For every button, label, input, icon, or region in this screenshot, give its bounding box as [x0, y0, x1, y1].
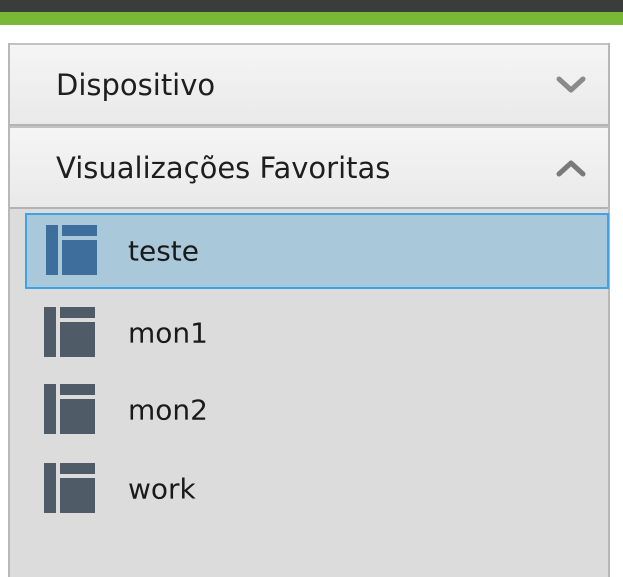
list-item-label: mon2: [128, 393, 208, 427]
list-item-label: teste: [128, 234, 199, 268]
section-title: Dispositivo: [56, 67, 216, 102]
view-layout-icon: [44, 384, 95, 434]
section-title: Visualizações Favoritas: [56, 150, 391, 185]
list-item-work[interactable]: work: [10, 451, 598, 527]
section-header-dispositivo[interactable]: Dispositivo: [10, 43, 608, 126]
list-item-mon1[interactable]: mon1: [10, 295, 598, 371]
list-item-teste[interactable]: teste: [25, 213, 609, 289]
section-header-visualizacoes-favoritas[interactable]: Visualizações Favoritas: [10, 126, 608, 209]
app-window: Dispositivo Visualizações Favoritas test: [0, 0, 623, 577]
top-dark-bar: [0, 0, 623, 12]
view-layout-icon: [44, 307, 95, 357]
chevron-up-icon[interactable]: [556, 159, 586, 177]
view-layout-icon: [46, 225, 97, 275]
chevron-down-icon[interactable]: [556, 76, 586, 94]
list-item-label: mon1: [128, 316, 208, 350]
list-item-label: work: [128, 472, 196, 506]
list-item-mon2[interactable]: mon2: [10, 372, 598, 448]
top-accent-bar: [0, 12, 623, 25]
view-layout-icon: [44, 463, 95, 513]
